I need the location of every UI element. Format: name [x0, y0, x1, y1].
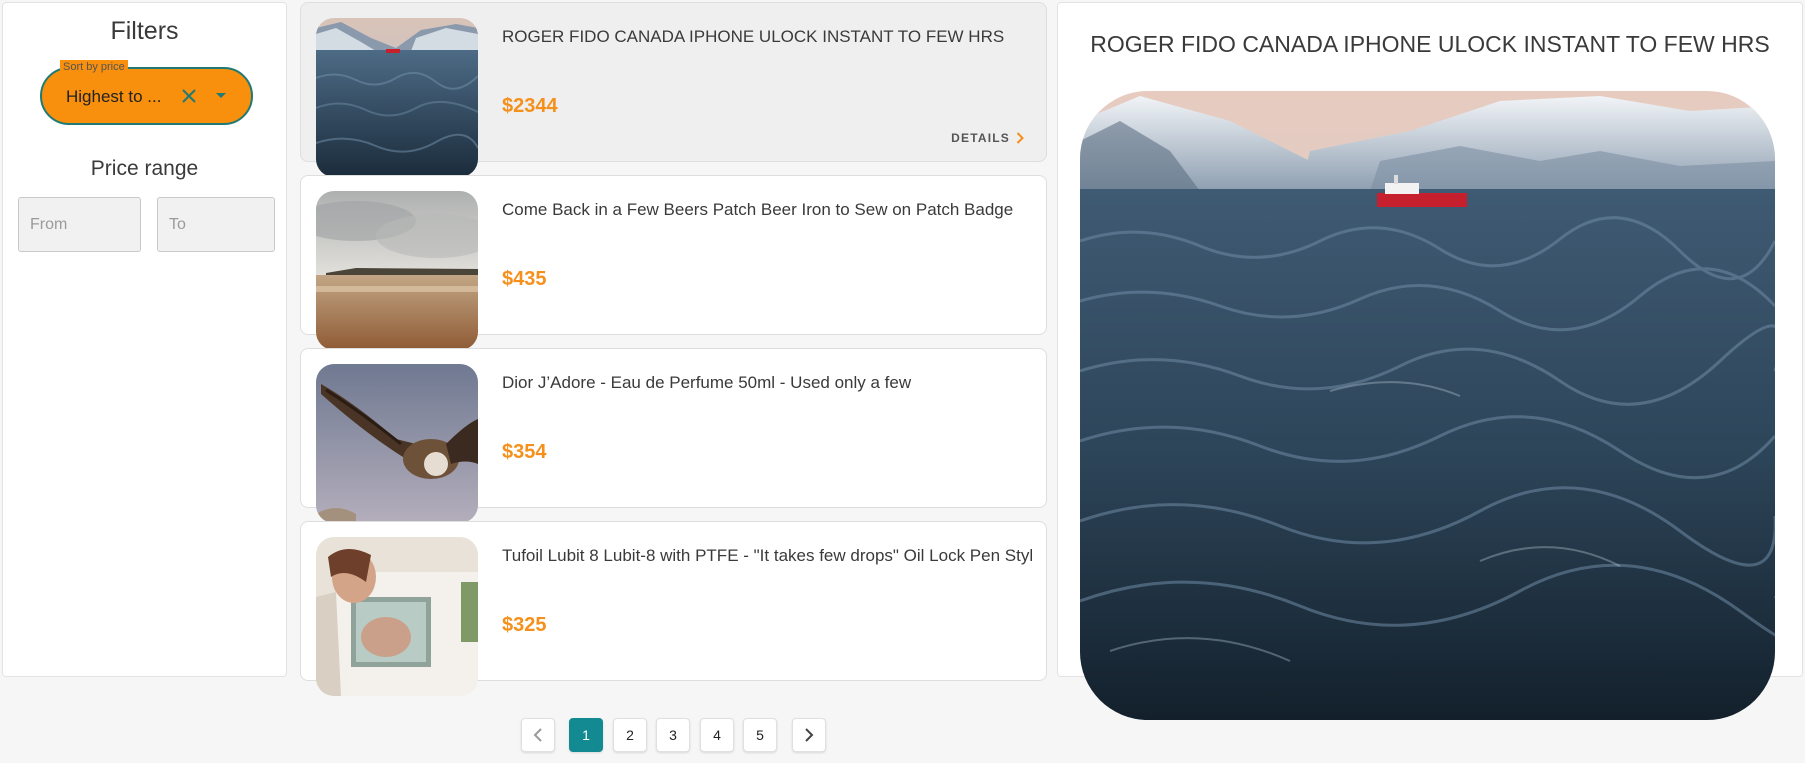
dropdown-arrow-icon[interactable] [210, 82, 232, 110]
chevron-right-icon [1016, 132, 1024, 144]
product-price: $2344 [502, 95, 558, 117]
product-price: $325 [502, 614, 547, 636]
previous-page-button[interactable] [521, 718, 555, 752]
filters-title: Filters [110, 17, 179, 45]
product-card[interactable]: Dior J’Adore - Eau de Perfume 50ml - Use… [300, 348, 1047, 523]
product-title: Dior J’Adore - Eau de Perfume 50ml - Use… [502, 373, 912, 392]
page-button-3[interactable]: 3 [656, 718, 690, 752]
sea-boat-image [1080, 91, 1775, 720]
page-button-5[interactable]: 5 [743, 718, 777, 752]
sort-by-price-select[interactable]: Sort by price Highest to ... [40, 60, 253, 125]
product-title: Come Back in a Few Beers Patch Beer Iron… [502, 200, 1014, 219]
price-from-input[interactable] [18, 197, 141, 252]
next-page-button[interactable] [792, 718, 826, 752]
product-card[interactable]: Tufoil Lubit 8 Lubit-8 with PTFE - "It t… [300, 521, 1047, 696]
price-to-input[interactable] [157, 197, 275, 252]
sea-boat-thumbnail [316, 18, 478, 177]
chevron-left-icon [533, 728, 542, 742]
sort-selected-value: Highest to ... [66, 87, 162, 106]
product-title: ROGER FIDO CANADA IPHONE ULOCK INSTANT T… [502, 27, 1005, 46]
detail-title: ROGER FIDO CANADA IPHONE ULOCK INSTANT T… [1090, 31, 1770, 57]
product-price: $354 [502, 441, 547, 463]
sort-by-price-label: Sort by price [60, 60, 128, 74]
price-range-title: Price range [90, 157, 199, 180]
details-label: DETAILS [951, 131, 1010, 145]
van-woman-thumbnail [316, 537, 478, 696]
product-detail-panel: ROGER FIDO CANADA IPHONE ULOCK INSTANT T… [1057, 2, 1803, 720]
clear-icon[interactable] [178, 82, 200, 110]
page-button-1[interactable]: 1 [569, 718, 603, 752]
filters-panel: Filters Sort by price Highest to ... Pri… [2, 2, 287, 677]
details-link[interactable]: DETAILS [951, 131, 1024, 145]
beach-thumbnail [316, 191, 478, 350]
page-button-2[interactable]: 2 [613, 718, 647, 752]
product-card[interactable]: ROGER FIDO CANADA IPHONE ULOCK INSTANT T… [300, 2, 1047, 177]
page-button-4[interactable]: 4 [700, 718, 734, 752]
product-title: Tufoil Lubit 8 Lubit-8 with PTFE - "It t… [502, 546, 1032, 565]
vulture-thumbnail [316, 364, 478, 523]
chevron-right-icon [805, 728, 814, 742]
product-price: $435 [502, 268, 547, 290]
product-card[interactable]: Come Back in a Few Beers Patch Beer Iron… [300, 175, 1047, 350]
